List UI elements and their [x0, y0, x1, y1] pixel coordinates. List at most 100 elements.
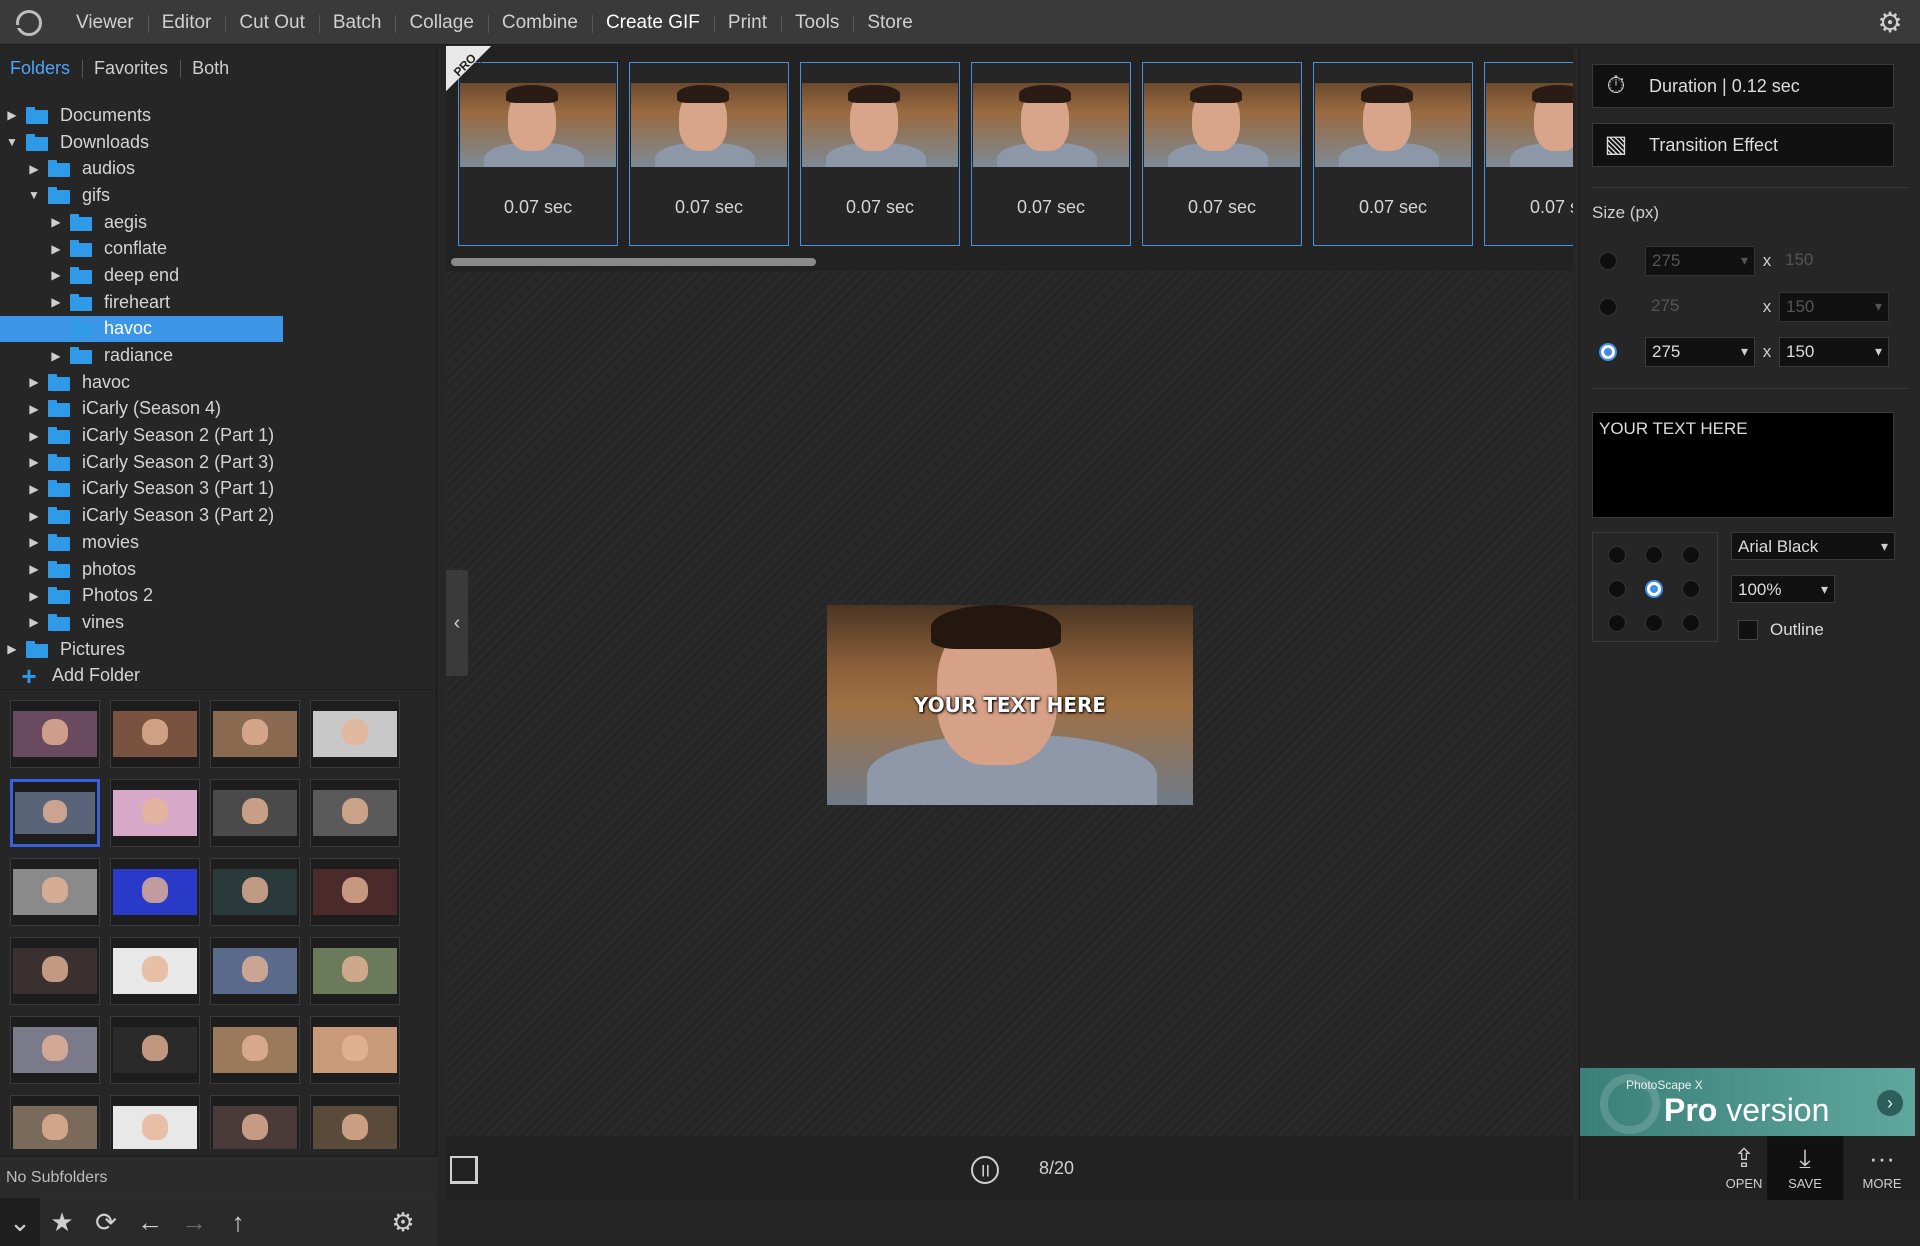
- caret-right-icon[interactable]: ▶: [28, 456, 40, 468]
- save-button[interactable]: ⤓ SAVE: [1767, 1136, 1843, 1200]
- tab-favorites[interactable]: Favorites: [82, 58, 180, 79]
- chevron-down-icon[interactable]: ⌄: [0, 1198, 40, 1246]
- menu-item-batch[interactable]: Batch: [318, 12, 396, 34]
- transition-effect-button[interactable]: ▧ Transition Effect: [1592, 123, 1894, 167]
- arrow-up-icon[interactable]: ↑: [216, 1198, 260, 1246]
- frame-duration[interactable]: 0.07 sec: [1485, 197, 1573, 218]
- caret-right-icon[interactable]: ▶: [28, 563, 40, 575]
- folder-tree-item[interactable]: ▶ radiance: [0, 342, 437, 369]
- chevron-right-icon[interactable]: ›: [1877, 1090, 1903, 1116]
- image-thumbnail[interactable]: [210, 700, 300, 768]
- photoscape-logo-icon[interactable]: [14, 10, 42, 36]
- gif-frame[interactable]: 0.07 sec: [1313, 62, 1473, 246]
- text-position-radio[interactable]: [1608, 546, 1626, 564]
- pro-version-badge[interactable]: PRO Version: [446, 46, 510, 110]
- frame-duration[interactable]: 0.07 sec: [972, 197, 1130, 218]
- star-icon[interactable]: ★: [40, 1198, 84, 1246]
- folder-tree-item[interactable]: ▶ fireheart: [0, 289, 437, 316]
- text-position-radio[interactable]: [1608, 580, 1626, 598]
- gif-frame[interactable]: 0.07 sec: [1484, 62, 1573, 246]
- image-thumbnail[interactable]: [10, 1016, 100, 1084]
- duration-button[interactable]: ⏱ Duration | 0.12 sec: [1592, 64, 1894, 108]
- caret-right-icon[interactable]: ▶: [28, 616, 40, 628]
- text-position-radio[interactable]: [1645, 546, 1663, 564]
- gear-icon[interactable]: ⚙: [381, 1198, 425, 1246]
- image-thumbnail[interactable]: [310, 1095, 400, 1149]
- caret-right-icon[interactable]: ▶: [6, 109, 18, 121]
- more-button[interactable]: ··· MORE: [1844, 1136, 1920, 1200]
- caret-right-icon[interactable]: ▶: [28, 403, 40, 415]
- menu-item-store[interactable]: Store: [853, 12, 926, 34]
- caret-down-icon[interactable]: ▼: [6, 136, 18, 148]
- caret-right-icon[interactable]: ▶: [28, 483, 40, 495]
- caret-right-icon[interactable]: ▶: [50, 243, 62, 255]
- image-thumbnail[interactable]: [310, 700, 400, 768]
- image-thumbnail[interactable]: [110, 700, 200, 768]
- loop-toggle-icon[interactable]: [450, 1156, 478, 1184]
- pause-icon[interactable]: | |: [971, 1156, 999, 1184]
- gif-frame[interactable]: 0.07 sec: [971, 62, 1131, 246]
- menu-item-create-gif[interactable]: Create GIF: [591, 12, 714, 34]
- caret-right-icon[interactable]: ▶: [50, 350, 62, 362]
- gif-frame[interactable]: 0.07 sec: [629, 62, 789, 246]
- font-select[interactable]: Arial Black: [1731, 532, 1895, 560]
- image-thumbnail[interactable]: [110, 858, 200, 926]
- frame-strip-scrollbar[interactable]: [451, 258, 816, 266]
- refresh-icon[interactable]: ⟳: [84, 1198, 128, 1246]
- folder-tree-item[interactable]: ▶ vines: [0, 609, 437, 636]
- menu-item-editor[interactable]: Editor: [147, 12, 226, 34]
- folder-tree-item[interactable]: havoc: [0, 315, 437, 343]
- image-thumbnail[interactable]: [210, 779, 300, 847]
- folder-tree-item[interactable]: ▼ Downloads: [0, 129, 437, 156]
- frame-duration[interactable]: 0.07 sec: [630, 197, 788, 218]
- text-position-radio[interactable]: [1682, 614, 1700, 632]
- size-width-select-3[interactable]: 275: [1645, 337, 1755, 367]
- folder-tree-item[interactable]: ▶ iCarly (Season 4): [0, 396, 437, 423]
- menu-item-print[interactable]: Print: [713, 12, 781, 34]
- caret-right-icon[interactable]: ▶: [50, 296, 62, 308]
- outline-toggle[interactable]: Outline: [1738, 620, 1824, 640]
- tab-folders[interactable]: Folders: [10, 58, 82, 79]
- menu-item-combine[interactable]: Combine: [487, 12, 592, 34]
- image-thumbnail[interactable]: [10, 937, 100, 1005]
- folder-tree-item[interactable]: ▶ photos: [0, 556, 437, 583]
- image-thumbnail[interactable]: [10, 779, 100, 847]
- size-height-select-3[interactable]: 150: [1779, 337, 1889, 367]
- image-thumbnail[interactable]: [310, 937, 400, 1005]
- folder-tree-item[interactable]: ▶ iCarly Season 3 (Part 2): [0, 502, 437, 529]
- folder-tree-item[interactable]: ▶ audios: [0, 155, 437, 182]
- caret-right-icon[interactable]: ▶: [28, 510, 40, 522]
- text-position-radio[interactable]: [1682, 546, 1700, 564]
- gif-frame[interactable]: 0.07 sec: [1142, 62, 1302, 246]
- caret-right-icon[interactable]: ▶: [28, 163, 40, 175]
- outline-checkbox[interactable]: [1738, 620, 1758, 640]
- frame-duration[interactable]: 0.07 sec: [459, 197, 617, 218]
- menu-item-viewer[interactable]: Viewer: [62, 12, 148, 34]
- menu-item-cut-out[interactable]: Cut Out: [225, 12, 318, 34]
- overlay-text-input[interactable]: YOUR TEXT HERE: [1592, 412, 1894, 518]
- caret-right-icon[interactable]: ▶: [28, 590, 40, 602]
- image-thumbnail[interactable]: [10, 858, 100, 926]
- image-thumbnail[interactable]: [110, 779, 200, 847]
- folder-tree-item[interactable]: ▶ havoc: [0, 369, 437, 396]
- image-thumbnail[interactable]: [10, 700, 100, 768]
- image-thumbnail[interactable]: [310, 1016, 400, 1084]
- text-position-radio[interactable]: [1645, 580, 1663, 598]
- frame-duration[interactable]: 0.07 sec: [1314, 197, 1472, 218]
- image-thumbnail[interactable]: [310, 858, 400, 926]
- caret-right-icon[interactable]: ▶: [6, 643, 18, 655]
- folder-tree-item[interactable]: ▶ movies: [0, 529, 437, 556]
- caret-right-icon[interactable]: ▶: [50, 216, 62, 228]
- frame-duration[interactable]: 0.07 sec: [1143, 197, 1301, 218]
- text-position-radio[interactable]: [1682, 580, 1700, 598]
- folder-tree-item[interactable]: ▶ Photos 2: [0, 582, 437, 609]
- menu-item-tools[interactable]: Tools: [781, 12, 853, 34]
- caret-down-icon[interactable]: ▼: [28, 189, 40, 201]
- size-mode-radio-2[interactable]: [1599, 298, 1617, 316]
- text-scale-select[interactable]: 100%: [1731, 575, 1835, 603]
- size-height-select-2[interactable]: 150: [1779, 292, 1889, 322]
- folder-tree-item[interactable]: ▶ deep end: [0, 262, 437, 289]
- folder-tree-item[interactable]: ▶ iCarly Season 2 (Part 3): [0, 449, 437, 476]
- arrow-right-icon[interactable]: →: [172, 1198, 216, 1246]
- text-position-radio[interactable]: [1608, 614, 1626, 632]
